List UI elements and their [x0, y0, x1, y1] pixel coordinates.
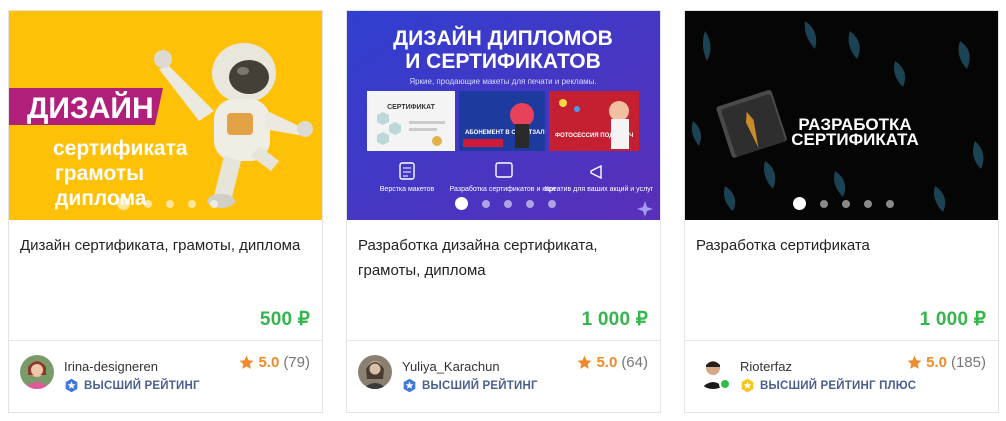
rating-value: 5.0	[596, 354, 618, 371]
review-count: (64)	[621, 354, 648, 371]
blue-star-shield-icon	[403, 378, 416, 393]
review-count: (185)	[950, 354, 986, 371]
rating-value: 5.0	[258, 354, 280, 371]
rating-value: 5.0	[926, 354, 947, 371]
gig-cover-image[interactable]: ДИЗАЙН ДИПЛОМОВ И СЕРТИФИКАТОВ Яркие, пр…	[347, 11, 660, 220]
seller-username[interactable]: Yuliya_Karachun	[402, 359, 500, 374]
carousel-dot[interactable]	[793, 197, 806, 210]
gig-price: 1 000 ₽	[581, 309, 648, 330]
cover-title-line1: ДИЗАЙН	[27, 91, 154, 125]
gold-star-shield-icon	[741, 378, 754, 393]
cover-illustration: РАЗРАБОТКА СЕРТИФИКАТА	[685, 11, 998, 220]
cover-heading-line1: ДИЗАЙН ДИПЛОМОВ	[393, 26, 613, 50]
carousel-dot[interactable]	[188, 199, 196, 208]
seller-level-badge: ВЫСШИЙ РЕЙТИНГ	[402, 378, 538, 393]
carousel-dot[interactable]	[482, 199, 490, 208]
gig-grid: ДИЗАЙН сертификата грамоты диплома Дизай…	[0, 0, 1006, 421]
feature-1: Верстка макетов	[380, 186, 435, 193]
seller-level-label: ВЫСШИЙ РЕЙТИНГ	[422, 379, 538, 392]
carousel-dot[interactable]	[820, 199, 828, 208]
carousel-dot[interactable]	[842, 199, 850, 208]
star-icon	[578, 355, 592, 369]
gig-card[interactable]: РАЗРАБОТКА СЕРТИФИКАТА Разработка сертиф…	[684, 10, 999, 413]
avatar[interactable]	[20, 355, 54, 389]
star-icon	[240, 355, 254, 369]
carousel-dot[interactable]	[864, 199, 872, 208]
star-icon	[907, 355, 922, 369]
cover-illustration: ДИЗАЙН сертификата грамоты диплома	[9, 43, 313, 210]
preview-2-title: АБОНЕМЕНТ В СПОРТЗАЛ	[465, 130, 545, 136]
carousel-dot[interactable]	[504, 199, 512, 208]
cover-subheading: Яркие, продающие макеты для печати и рек…	[409, 77, 596, 86]
carousel-dot[interactable]	[166, 199, 174, 208]
carousel-dot[interactable]	[886, 199, 894, 208]
divider	[9, 340, 322, 341]
gig-card[interactable]: ДИЗАЙН сертификата грамоты диплома Дизай…	[8, 10, 323, 413]
cover-title-line3: грамоты	[55, 162, 144, 185]
cover-illustration: ДИЗАЙН ДИПЛОМОВ И СЕРТИФИКАТОВ Яркие, пр…	[347, 11, 660, 220]
seller-username[interactable]: Irina-designeren	[64, 359, 158, 374]
feature-2: Разработка сертификатов и карт	[450, 185, 558, 193]
review-count: (79)	[283, 354, 310, 371]
gig-rating: 5.0 (64)	[577, 354, 648, 371]
preview-1-title: СЕРТИФИКАТ	[387, 104, 436, 111]
cover-heading-line2: И СЕРТИФИКАТОВ	[405, 50, 601, 73]
gig-rating: 5.0 (79)	[239, 354, 310, 371]
seller-level-label: ВЫСШИЙ РЕЙТИНГ	[84, 379, 200, 392]
seller-level-badge: ВЫСШИЙ РЕЙТИНГ	[64, 378, 200, 393]
carousel-dot[interactable]	[117, 197, 130, 210]
gig-price: 1 000 ₽	[919, 309, 986, 330]
image-carousel-dots	[793, 197, 894, 210]
image-carousel-dots	[117, 197, 218, 210]
feature-3: Креатив для ваших акций и услуг	[545, 185, 654, 193]
seller-level-label: ВЫСШИЙ РЕЙТИНГ ПЛЮС	[760, 379, 917, 392]
gig-cover-image[interactable]: РАЗРАБОТКА СЕРТИФИКАТА	[685, 11, 998, 220]
gig-title[interactable]: Дизайн сертификата, грамоты, диплома	[20, 233, 310, 258]
gig-cover-image[interactable]: ДИЗАЙН сертификата грамоты диплома	[9, 11, 322, 220]
carousel-dot[interactable]	[548, 199, 556, 208]
seller-username[interactable]: Rioterfaz	[740, 359, 792, 374]
divider	[685, 340, 998, 341]
carousel-dot[interactable]	[144, 199, 152, 208]
avatar[interactable]	[358, 355, 392, 389]
gig-title[interactable]: Разработка сертификата	[696, 233, 986, 258]
carousel-dot[interactable]	[455, 197, 468, 210]
gig-price: 500 ₽	[259, 309, 310, 330]
gig-card[interactable]: ДИЗАЙН ДИПЛОМОВ И СЕРТИФИКАТОВ Яркие, пр…	[346, 10, 661, 413]
cover-title-line2: сертификата	[53, 137, 188, 160]
carousel-dot[interactable]	[210, 199, 218, 208]
gig-title[interactable]: Разработка дизайна сертификата, грамоты,…	[358, 233, 648, 283]
blue-star-shield-icon	[65, 378, 78, 393]
seller-level-badge: ВЫСШИЙ РЕЙТИНГ ПЛЮС	[740, 378, 916, 393]
online-status-indicator	[719, 378, 731, 390]
gig-rating: 5.0 (185)	[907, 354, 986, 371]
image-carousel-dots	[455, 197, 556, 210]
carousel-dot[interactable]	[526, 199, 534, 208]
divider	[347, 340, 660, 341]
cover-title-line2: СЕРТИФИКАТА	[791, 130, 918, 149]
